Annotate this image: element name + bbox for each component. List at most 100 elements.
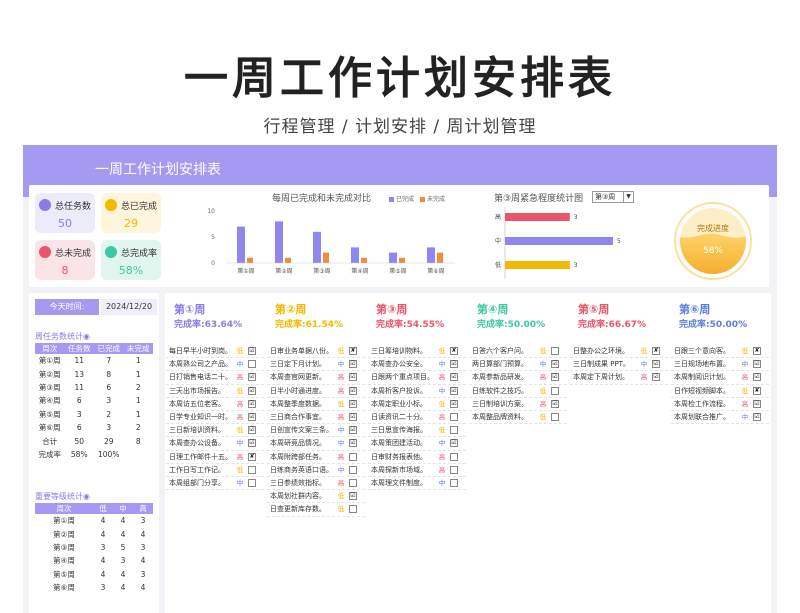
task-row[interactable]: 三日参绩效指标。 高 [267, 477, 365, 491]
task-checkbox[interactable] [349, 479, 357, 487]
task-checkbox[interactable]: ☑ [450, 360, 458, 369]
task-checkbox[interactable] [551, 413, 559, 421]
task-checkbox[interactable]: ☑ [349, 360, 357, 369]
task-row[interactable]: 三日制培训方案。 高 ☑ [469, 398, 567, 411]
task-checkbox[interactable]: ☑ [753, 373, 761, 382]
task-checkbox[interactable] [450, 426, 458, 435]
task-row[interactable]: 日理工作邮件十五。高 ✘ [166, 451, 264, 464]
task-row[interactable]: 本周整季度数据。 低 ☑ [267, 398, 365, 411]
task-row[interactable]: 本周检工作流程。 高 ☑ [671, 398, 769, 411]
task-checkbox[interactable]: ☑ [349, 373, 357, 382]
task-checkbox[interactable] [551, 347, 559, 355]
task-checkbox[interactable]: ☑ [551, 373, 559, 382]
task-checkbox[interactable]: ☑ [349, 426, 357, 435]
task-checkbox[interactable] [450, 452, 458, 461]
task-row[interactable]: 日打销售电话二十。高 ☑ [166, 371, 264, 385]
task-checkbox[interactable]: ☑ [551, 399, 559, 408]
task-row[interactable]: 日作短视频脚本。 低 ✘ [671, 385, 769, 398]
task-row[interactable]: 日审财务报表他。 高 [368, 451, 466, 464]
task-row[interactable]: 三日思宣传海报。 低 [368, 424, 466, 438]
task-checkbox[interactable] [450, 413, 458, 421]
task-row[interactable]: 日半小时通进度。 高 ☑ [267, 385, 365, 398]
task-row[interactable]: 每日早半小时到岗。低 ☑ [166, 345, 264, 359]
chevron-down-icon[interactable]: ▼ [623, 192, 633, 202]
task-checkbox[interactable]: ☑ [450, 373, 458, 382]
task-checkbox[interactable]: ☑ [450, 439, 458, 448]
task-checkbox[interactable] [551, 386, 559, 395]
task-checkbox[interactable]: ☑ [652, 360, 660, 369]
task-checkbox[interactable] [450, 465, 458, 474]
task-checkbox[interactable]: ✘ [652, 347, 660, 355]
task-row[interactable]: 本周划联合推广。 中 ☑ [671, 411, 769, 425]
task-row[interactable]: 本周查办公设备。 中 ☑ [166, 437, 264, 451]
task-checkbox[interactable] [248, 465, 256, 474]
task-row[interactable]: 本周定职业小标。 低 ☑ [368, 398, 466, 411]
task-row[interactable]: 本周查官网更新。 高 ☑ [267, 371, 365, 385]
task-row[interactable]: 三日新培训资料。 低 ☑ [166, 424, 264, 438]
task-row[interactable]: 日练商务英语口语。中 [267, 464, 365, 477]
task-checkbox[interactable]: ✘ [349, 347, 357, 355]
task-checkbox[interactable]: ✘ [753, 386, 761, 395]
task-row[interactable]: 本周访五位老客。 高 ☑ [166, 398, 264, 411]
task-row[interactable]: 日练软件之技巧。 低 [469, 385, 567, 398]
task-checkbox[interactable]: ☑ [248, 373, 256, 382]
task-checkbox[interactable]: ☑ [753, 360, 761, 369]
task-row[interactable]: 本周制阅识计划。 高 ☑ [671, 371, 769, 385]
task-checkbox[interactable] [450, 479, 458, 487]
task-checkbox[interactable]: ☑ [349, 413, 357, 421]
task-row[interactable]: 日学专业知识一时。高 ☑ [166, 411, 264, 425]
task-row[interactable]: 本周整品牌资料。 低 [469, 411, 567, 425]
task-row[interactable]: 本周熟公司之产品。中 [166, 358, 264, 372]
task-checkbox[interactable]: ✘ [753, 347, 761, 355]
task-checkbox[interactable]: ☑ [349, 439, 357, 448]
task-row[interactable]: 本周理文件制度。 中 [368, 477, 466, 491]
task-row[interactable]: 三日定下月计划。 中 ☑ [267, 358, 365, 372]
task-checkbox[interactable]: ☑ [248, 426, 256, 435]
task-row[interactable]: 日查更新库存数。 低 [267, 503, 365, 517]
task-checkbox[interactable]: ☑ [652, 373, 660, 382]
task-row[interactable]: 日创宣传文案三条。中 ☑ [267, 424, 365, 438]
task-checkbox[interactable]: ☑ [248, 386, 256, 395]
task-checkbox[interactable]: ☑ [248, 347, 256, 355]
task-row[interactable]: 本周探新市场域。 高 [368, 464, 466, 477]
task-checkbox[interactable]: ☑ [349, 399, 357, 408]
task-checkbox[interactable] [349, 452, 357, 461]
task-row[interactable]: 本周析客户投诉。 中 ☑ [368, 385, 466, 398]
task-row[interactable]: 本周策团建活动。 中 ☑ [368, 437, 466, 451]
task-row[interactable]: 本周组部门分享。 中 [166, 477, 264, 491]
task-row[interactable]: 三天出市场报告。 低 ☑ [166, 385, 264, 398]
task-row[interactable]: 工作日写工作记。 低 [166, 464, 264, 477]
task-checkbox[interactable]: ☑ [248, 413, 256, 421]
task-row[interactable]: 日读资讯二十分。 高 [368, 411, 466, 425]
task-checkbox[interactable]: ✘ [248, 452, 256, 461]
task-checkbox[interactable]: ☑ [450, 386, 458, 395]
task-checkbox[interactable]: ☑ [349, 386, 357, 395]
task-row[interactable]: 两日算部门预算。 中 ☑ [469, 358, 567, 372]
task-checkbox[interactable] [349, 505, 357, 514]
task-checkbox[interactable] [248, 360, 256, 369]
task-row[interactable]: 本周附跨部任务。 高 [267, 451, 365, 464]
task-row[interactable]: 本周划社群内容。 低 ☑ [267, 490, 365, 504]
task-row[interactable]: 日审业务单据八份。低 ✘ [267, 345, 365, 359]
task-row[interactable]: 日答六个客户问。 低 [469, 345, 567, 359]
task-checkbox[interactable]: ☑ [753, 399, 761, 408]
task-checkbox[interactable]: ☑ [450, 399, 458, 408]
task-checkbox[interactable]: ☑ [349, 492, 357, 501]
task-checkbox[interactable]: ☑ [753, 413, 761, 421]
task-checkbox[interactable]: ☑ [551, 360, 559, 369]
task-checkbox[interactable]: ✘ [450, 347, 458, 355]
task-checkbox[interactable]: ☑ [248, 439, 256, 448]
task-checkbox[interactable] [349, 465, 357, 474]
task-row[interactable]: 日跟三个意向客。 低 ✘ [671, 345, 769, 359]
task-row[interactable]: 三日制成果 PPT。 中 ☑ [570, 358, 668, 372]
task-row[interactable]: 三日规场地布置。 中 ☑ [671, 358, 769, 372]
task-row[interactable]: 三日筹培训物料。 低 ✘ [368, 345, 466, 359]
task-row[interactable]: 本周参新品研发。 高 ☑ [469, 371, 567, 385]
task-row[interactable]: 日整办公之环境。 低 ✘ [570, 345, 668, 359]
task-row[interactable]: 三日商合作事宜。 高 ☑ [267, 411, 365, 425]
task-row[interactable]: 本周查办公安全。 中 ☑ [368, 358, 466, 372]
task-row[interactable]: 本周研竞品情况。 中 ☑ [267, 437, 365, 451]
task-checkbox[interactable] [248, 479, 256, 487]
task-checkbox[interactable]: ☑ [248, 399, 256, 408]
task-row[interactable]: 本周定下周计划。 高 ☑ [570, 371, 668, 385]
